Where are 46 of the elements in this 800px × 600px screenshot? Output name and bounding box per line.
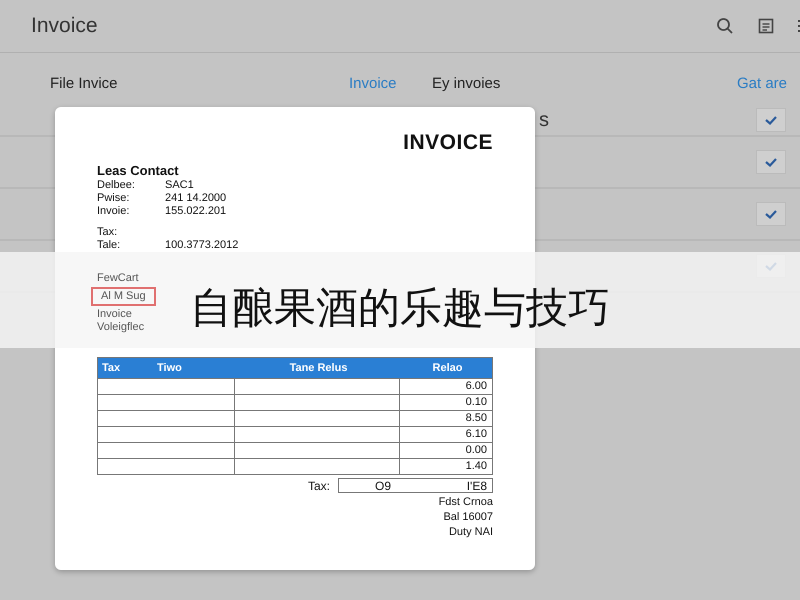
check-icon [765, 210, 777, 218]
checkbox[interactable] [756, 108, 786, 132]
footer-text: Fdst Crnoa [438, 495, 493, 510]
row-text: s [539, 108, 549, 132]
table-header: Tane Relus [288, 362, 348, 374]
footer-text: Duty NAI [448, 525, 493, 540]
tax-label: Tax: [308, 478, 330, 492]
field-label: Tale: [97, 239, 122, 252]
table-cell: 1.40 [399, 459, 492, 474]
footer-text: Bal 16007 [442, 510, 493, 525]
column-link[interactable]: Gat are [736, 75, 787, 105]
banner-title: 自酿果酒的乐趣与技巧 [190, 282, 610, 334]
search-icon[interactable] [716, 17, 734, 35]
tax-value: O9 [375, 479, 392, 492]
table-cell: 0.10 [399, 395, 492, 410]
field-label: Delbee: [97, 179, 136, 192]
faded-text: Voleigflec [97, 321, 146, 334]
field-value: 100.3773.2012 [165, 239, 238, 252]
app-title: Invoice [31, 14, 98, 38]
faded-text: FewCart [97, 272, 140, 285]
check-icon [765, 158, 777, 166]
tax-value: I'E8 [466, 479, 487, 492]
checkbox[interactable] [756, 202, 786, 226]
table-cell: 6.10 [399, 427, 492, 442]
table-cell: 0.00 [399, 443, 492, 458]
field-value: 241 14.2000 [165, 192, 226, 205]
check-icon [765, 116, 777, 124]
contact-heading: Leas Contact [97, 163, 180, 178]
field-label: Tax: [97, 226, 118, 239]
table-cell: 8.50 [399, 411, 492, 426]
table-cell: 6.00 [399, 379, 492, 394]
field-value: 155.022.201 [165, 205, 226, 218]
column-header: File Invice [50, 75, 119, 94]
column-header: Ey invoies [432, 75, 502, 94]
field-label: Invoie: [97, 205, 130, 218]
invoice-title: INVOICE [402, 131, 493, 155]
column-link[interactable]: Invoice [349, 75, 432, 105]
document-icon[interactable] [758, 18, 774, 34]
field-label: Pwise: [97, 192, 130, 205]
faded-text: Invoice [97, 308, 133, 321]
table-header: Tiwo [156, 362, 183, 374]
highlighted-text: Al M Sug [91, 287, 156, 306]
table-header: Relao [432, 362, 464, 374]
checkbox[interactable] [756, 150, 786, 174]
table-header: Tax [101, 362, 122, 374]
field-value: SAC1 [165, 179, 194, 192]
